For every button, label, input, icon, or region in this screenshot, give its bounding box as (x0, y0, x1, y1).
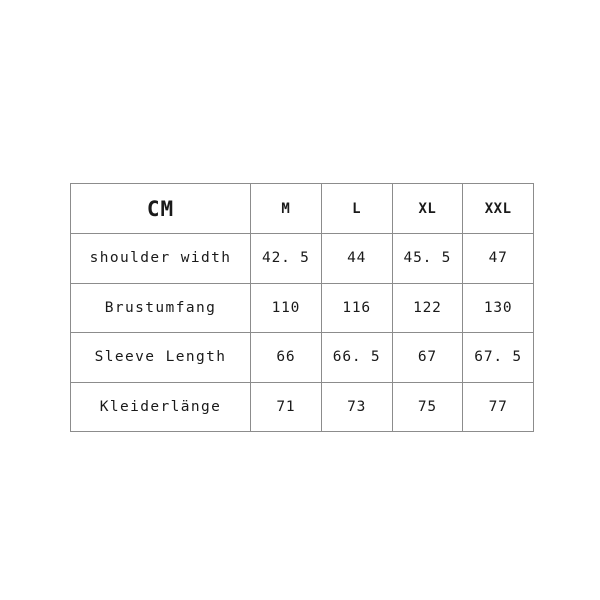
cell-shoulder-width-xl: 45. 5 (391, 233, 464, 284)
cell-sleeve-length-l: 66. 5 (320, 332, 393, 383)
cell-sleeve-length-m: 66 (250, 332, 322, 383)
cell-shoulder-width-xxl: 47 (462, 233, 534, 284)
table-row: Sleeve Length 66 66. 5 67 67. 5 (70, 332, 534, 383)
row-label-shoulder-width: shoulder width (70, 233, 251, 284)
cell-brustumfang-xxl: 130 (462, 282, 534, 333)
table-header-row: CM M L XL XXL (70, 183, 534, 234)
cell-brustumfang-xl: 122 (391, 282, 464, 333)
size-header-xl: XL (391, 183, 464, 234)
row-label-sleeve-length: Sleeve Length (70, 332, 251, 383)
cell-sleeve-length-xl: 67 (391, 332, 464, 383)
table-row: Brustumfang 110 116 122 130 (70, 282, 534, 333)
size-chart-table: CM M L XL XXL shoulder width 42. 5 44 45… (70, 183, 534, 432)
size-header-m: M (250, 183, 322, 234)
row-label-kleiderlaenge: Kleiderlänge (70, 381, 251, 432)
size-chart-container: CM M L XL XXL shoulder width 42. 5 44 45… (70, 183, 534, 432)
unit-header-cell: CM (70, 183, 251, 234)
size-header-l: L (320, 183, 393, 234)
cell-brustumfang-l: 116 (320, 282, 393, 333)
cell-sleeve-length-xxl: 67. 5 (462, 332, 534, 383)
cell-kleiderlaenge-m: 71 (250, 381, 322, 432)
cell-shoulder-width-m: 42. 5 (250, 233, 322, 284)
table-row: shoulder width 42. 5 44 45. 5 47 (70, 233, 534, 284)
cell-kleiderlaenge-xl: 75 (391, 381, 464, 432)
cell-kleiderlaenge-l: 73 (320, 381, 393, 432)
cell-brustumfang-m: 110 (250, 282, 322, 333)
size-header-xxl: XXL (462, 183, 534, 234)
cell-shoulder-width-l: 44 (320, 233, 393, 284)
cell-kleiderlaenge-xxl: 77 (462, 381, 534, 432)
row-label-brustumfang: Brustumfang (70, 282, 251, 333)
table-row: Kleiderlänge 71 73 75 77 (70, 381, 534, 432)
